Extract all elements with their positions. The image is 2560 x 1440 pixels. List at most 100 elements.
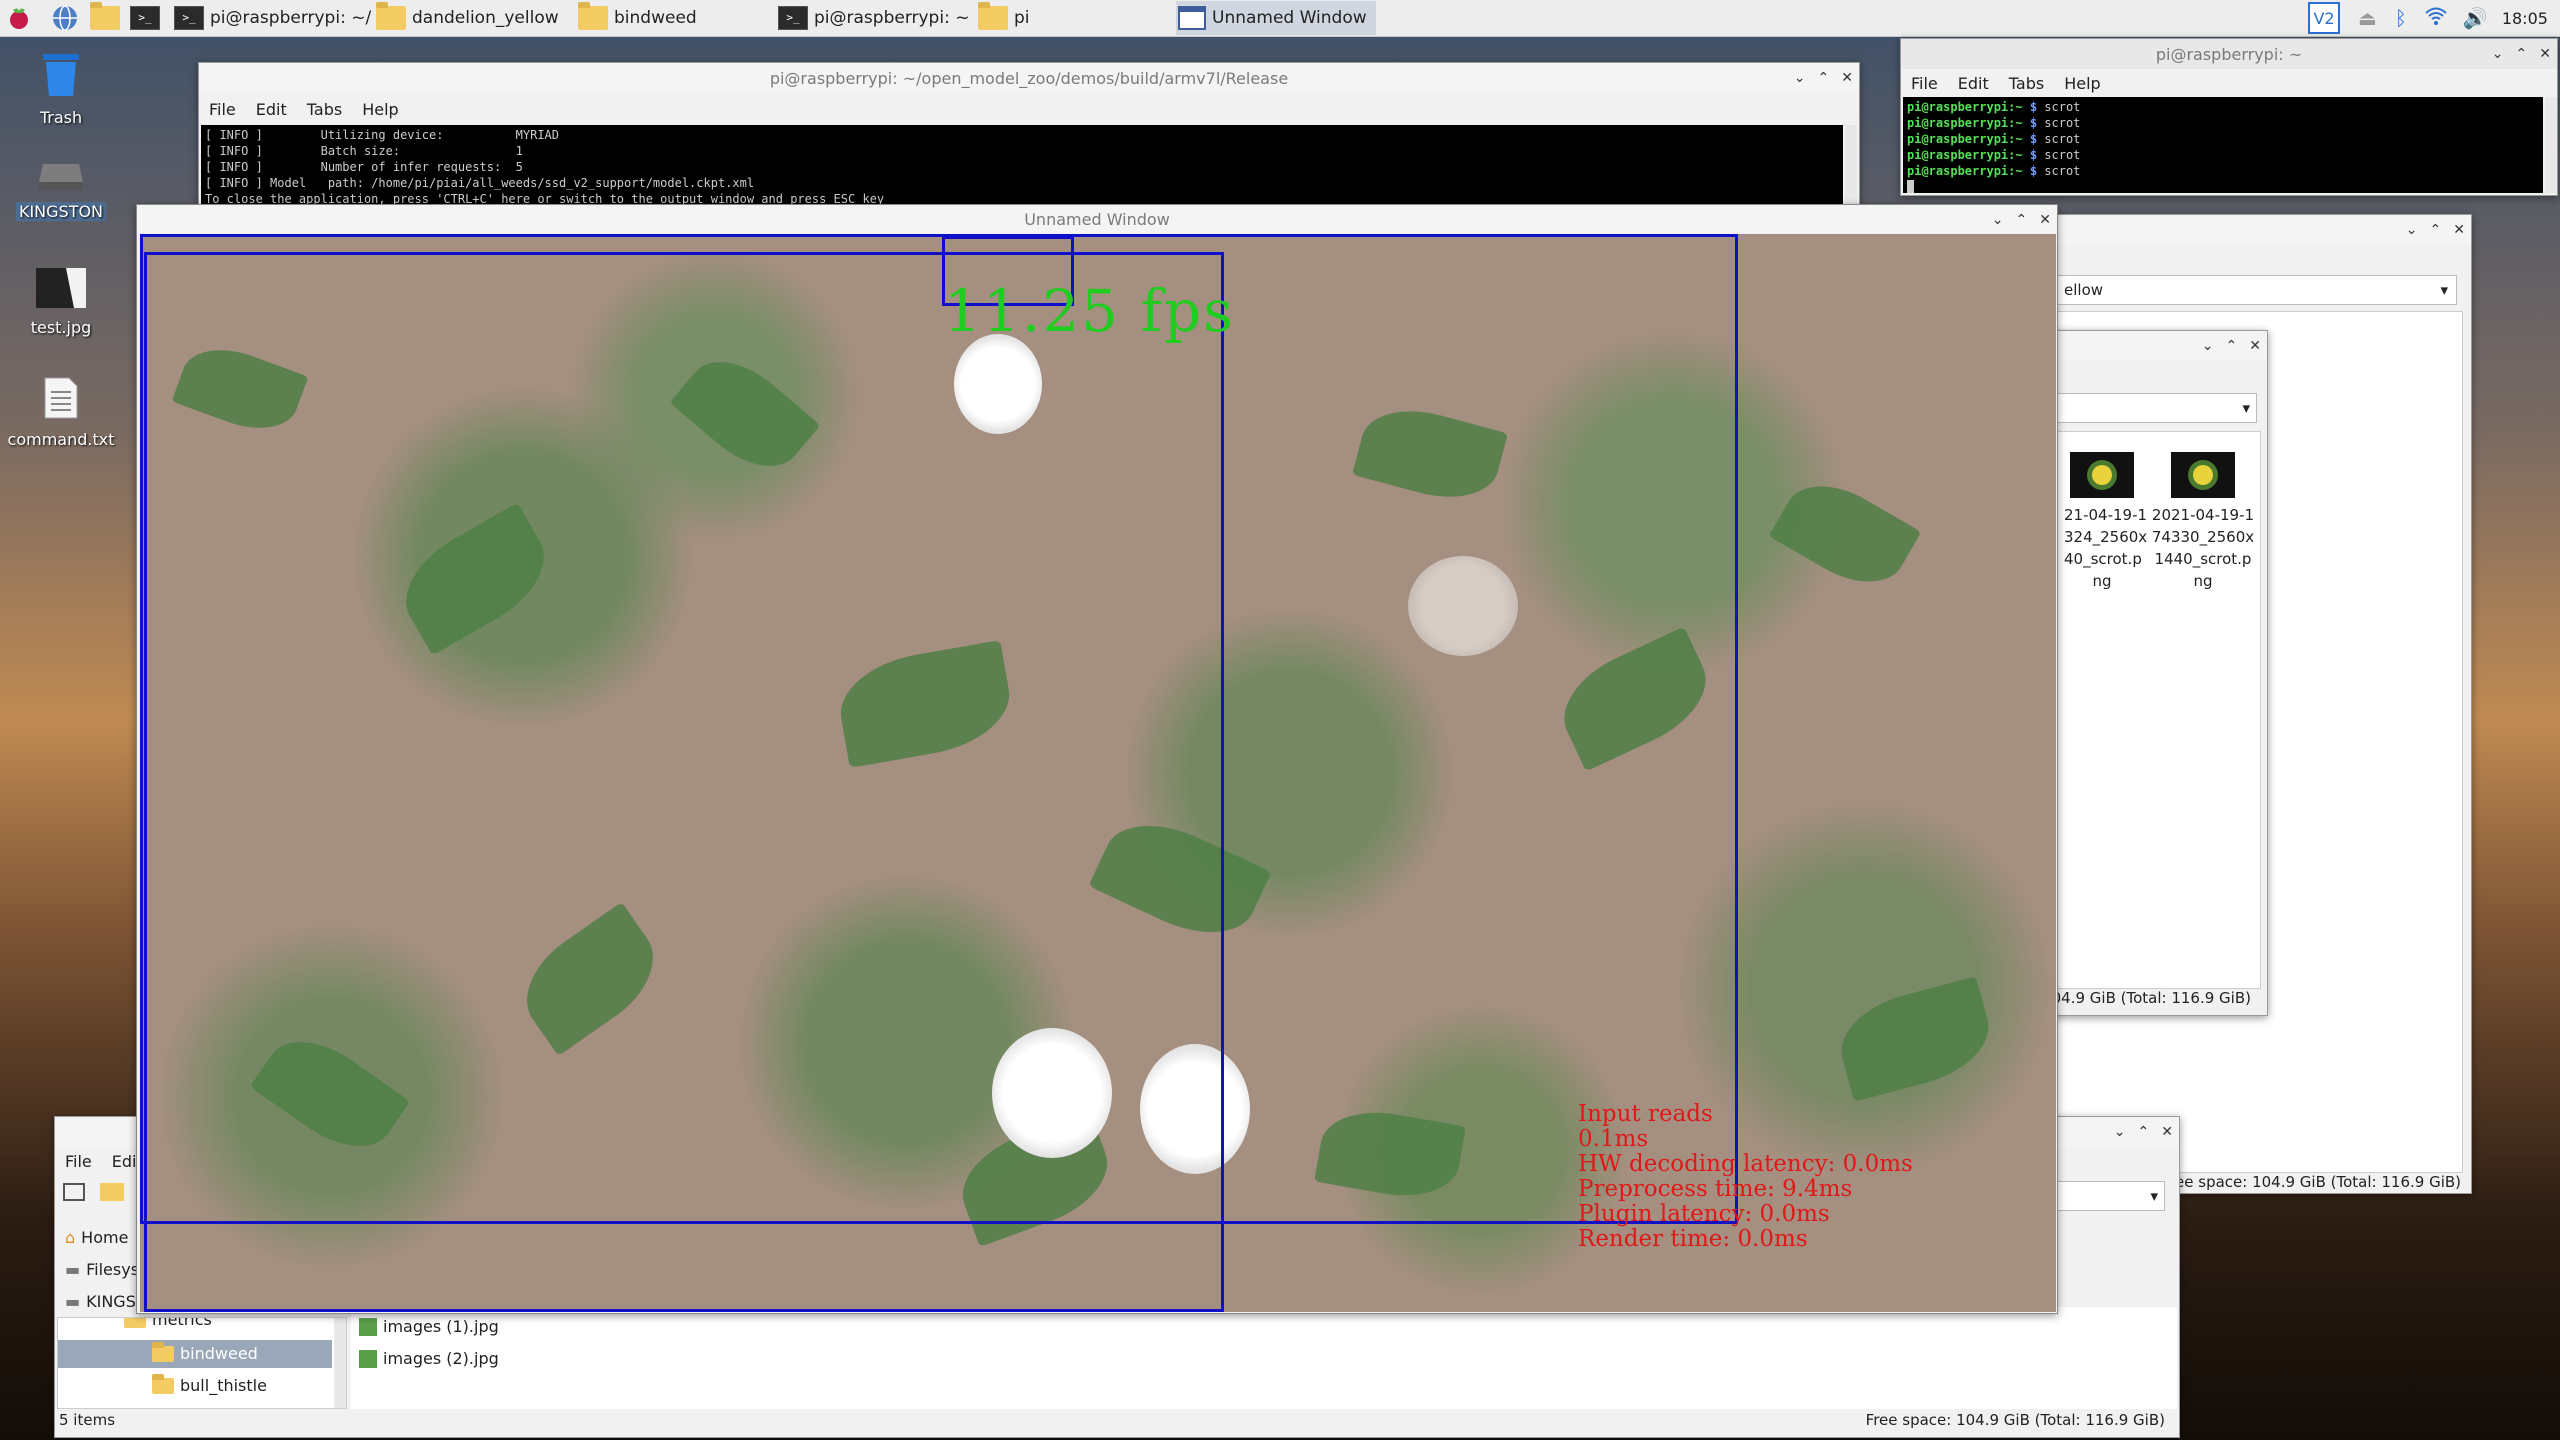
menu-file[interactable]: File [199, 100, 246, 119]
desktop-icon-label: KINGSTON [15, 202, 107, 221]
menu-bar: File Edit Tabs Help [199, 93, 1859, 125]
terminal-scrollbar[interactable] [1845, 125, 1857, 211]
clock[interactable]: 18:05 [2502, 9, 2548, 28]
taskbar-button-dandelion[interactable]: dandelion_yellow [374, 1, 570, 35]
maximize-icon[interactable]: ⌃ [2430, 222, 2442, 238]
stat-line: 0.1ms [1578, 1126, 1649, 1152]
tree-label: bull_thistle [180, 1376, 267, 1395]
chevron-down-icon[interactable]: ▾ [2242, 399, 2250, 417]
terminal-line: pi@raspberrypi:~ $ scrot [1907, 163, 2539, 179]
browser-icon[interactable] [50, 3, 80, 33]
maximize-icon[interactable]: ⌃ [2016, 212, 2028, 228]
file-item[interactable]: images (2).jpg [359, 1349, 499, 1368]
menu-edit[interactable]: Edit [246, 100, 297, 119]
raspberry-menu-icon[interactable] [4, 3, 34, 33]
image-file-icon [359, 1317, 377, 1336]
close-icon[interactable]: ✕ [2039, 212, 2051, 228]
terminal-command: scrot [2044, 164, 2081, 178]
taskbar-button-unnamed-window[interactable]: Unnamed Window [1176, 1, 1376, 35]
minimize-icon[interactable]: ⌄ [1794, 70, 1806, 86]
directory-tree[interactable]: metrics bindweed bull_thistle [57, 1317, 347, 1409]
taskbar-button-bindweed[interactable]: bindweed [576, 1, 772, 35]
leaf-shape [1830, 976, 2000, 1102]
folder-icon [978, 2, 1008, 30]
file-list[interactable]: images (1).jpg images (2).jpg [351, 1307, 2177, 1409]
sidebar-toggle-icon[interactable] [63, 1183, 85, 1201]
vnc-icon[interactable]: V2 [2308, 2, 2340, 34]
window-title: pi@raspberrypi: ~/open_model_zoo/demos/b… [769, 68, 1289, 88]
terminal-scrollbar[interactable] [2545, 97, 2557, 193]
terminal-output[interactable]: [ INFO ] Utilizing device: MYRIAD [ INFO… [201, 125, 1843, 211]
desktop-icon-command-txt[interactable]: command.txt [6, 376, 116, 449]
terminal-line: [ INFO ] Utilizing device: MYRIAD [205, 128, 560, 142]
path-combobox[interactable]: ▾ [2055, 1181, 2165, 1211]
tree-item-metrics[interactable]: metrics [124, 1317, 212, 1329]
volume-icon[interactable]: 🔊 [2463, 6, 2488, 30]
menu-tabs[interactable]: Tabs [1999, 74, 2054, 93]
taskbar-button-label: Unnamed Window [1212, 8, 1367, 28]
status-free-space: 04.9 GiB (Total: 116.9 GiB) [2051, 989, 2251, 1007]
file-manager-pi-window: ⌄ ⌃ ✕ ▾ 21-04-19-1 324_2560x 40_scrot.p ng… [2040, 330, 2268, 1016]
path-combobox[interactable]: ▾ [2047, 393, 2257, 423]
menu-tabs[interactable]: Tabs [297, 100, 352, 119]
taskbar-button-label: dandelion_yellow [412, 8, 559, 28]
menu-help[interactable]: Help [2054, 74, 2110, 93]
taskbar-button-pi[interactable]: pi [976, 1, 1172, 35]
terminal-dollar: $ [2022, 164, 2045, 178]
file-manager-icon[interactable] [90, 2, 120, 33]
maximize-icon[interactable]: ⌃ [2226, 338, 2238, 354]
fps-overlay: 11.25 fps [944, 277, 1235, 345]
chevron-down-icon[interactable]: ▾ [2150, 1187, 2158, 1205]
close-icon[interactable]: ✕ [2249, 338, 2261, 354]
desktop-icon-label: test.jpg [30, 318, 92, 337]
window-fragment [2056, 1116, 2176, 1176]
tree-item-bull-thistle[interactable]: bull_thistle [152, 1373, 267, 1395]
file-item[interactable]: images (1).jpg [359, 1317, 499, 1336]
file-label: images (1).jpg [383, 1317, 499, 1336]
file-item[interactable]: 21-04-19-1 324_2560x 40_scrot.p ng [2064, 452, 2147, 592]
taskbar-button-terminal-release[interactable]: >_ pi@raspberrypi: ~/op... [172, 1, 372, 35]
file-label: images (2).jpg [383, 1349, 499, 1368]
file-grid[interactable]: 21-04-19-1 324_2560x 40_scrot.p ng 2021-… [2047, 431, 2261, 989]
terminal-output[interactable]: pi@raspberrypi:~ $ scrot pi@raspberrypi:~… [1903, 97, 2543, 193]
window-titlebar: ⌄ ⌃ ✕ [2041, 215, 2471, 245]
window-titlebar: ⌄ ⌃ ✕ [2041, 331, 2267, 361]
chevron-down-icon[interactable]: ▾ [2440, 281, 2448, 299]
close-icon[interactable]: ✕ [1841, 70, 1853, 86]
window-title: pi@raspberrypi: ~ [2155, 44, 2303, 64]
status-item-count: 5 items [59, 1411, 116, 1429]
wifi-icon[interactable] [2425, 6, 2447, 30]
menu-help[interactable]: Help [352, 100, 408, 119]
minimize-icon[interactable]: ⌄ [2406, 222, 2418, 238]
menu-file[interactable]: File [1901, 74, 1948, 93]
desktop-icon-kingston[interactable]: KINGSTON [6, 158, 116, 221]
menu-edit[interactable]: Edit [1948, 74, 1999, 93]
desktop-icon-trash[interactable]: Trash [6, 48, 116, 127]
minimize-icon[interactable]: ⌄ [2202, 338, 2214, 354]
tree-scrollbar[interactable] [334, 1318, 346, 1408]
close-icon[interactable]: ✕ [2453, 222, 2465, 238]
menu-file[interactable]: File [55, 1152, 102, 1171]
text-file-icon [6, 376, 116, 424]
tree-item-bindweed-selected[interactable]: bindweed [58, 1340, 332, 1368]
minimize-icon[interactable]: ⌄ [2492, 46, 2504, 62]
close-icon[interactable]: ✕ [2539, 46, 2551, 62]
terminal-dollar: $ [2022, 148, 2045, 162]
folder-icon[interactable] [100, 1183, 125, 1201]
terminal-prompt: pi@raspberrypi:~ [1907, 116, 2023, 130]
file-item[interactable]: 2021-04-19-1 74330_2560x 1440_scrot.p ng [2148, 452, 2258, 592]
bluetooth-icon[interactable]: ᛒ [2395, 6, 2407, 30]
minimize-icon[interactable]: ⌄ [1992, 212, 2004, 228]
eject-icon[interactable]: ⏏ [2358, 6, 2377, 30]
taskbar-button-terminal-home[interactable]: >_ pi@raspberrypi: ~ [776, 1, 972, 35]
terminal-launcher-icon[interactable]: >_ [130, 3, 160, 33]
desktop-icon-test-jpg[interactable]: test.jpg [6, 268, 116, 337]
terminal-prompt: pi@raspberrypi:~ [1907, 148, 2023, 162]
maximize-icon[interactable]: ⌃ [2516, 46, 2528, 62]
image-thumbnail [2070, 452, 2134, 498]
menu-bar: File Edit Tabs Help [1901, 69, 2557, 97]
path-combobox[interactable]: ellow ▾ [2053, 275, 2457, 305]
terminal-line: pi@raspberrypi:~ $ scrot [1907, 131, 2539, 147]
maximize-icon[interactable]: ⌃ [1818, 70, 1830, 86]
tree-label: metrics [152, 1317, 212, 1329]
